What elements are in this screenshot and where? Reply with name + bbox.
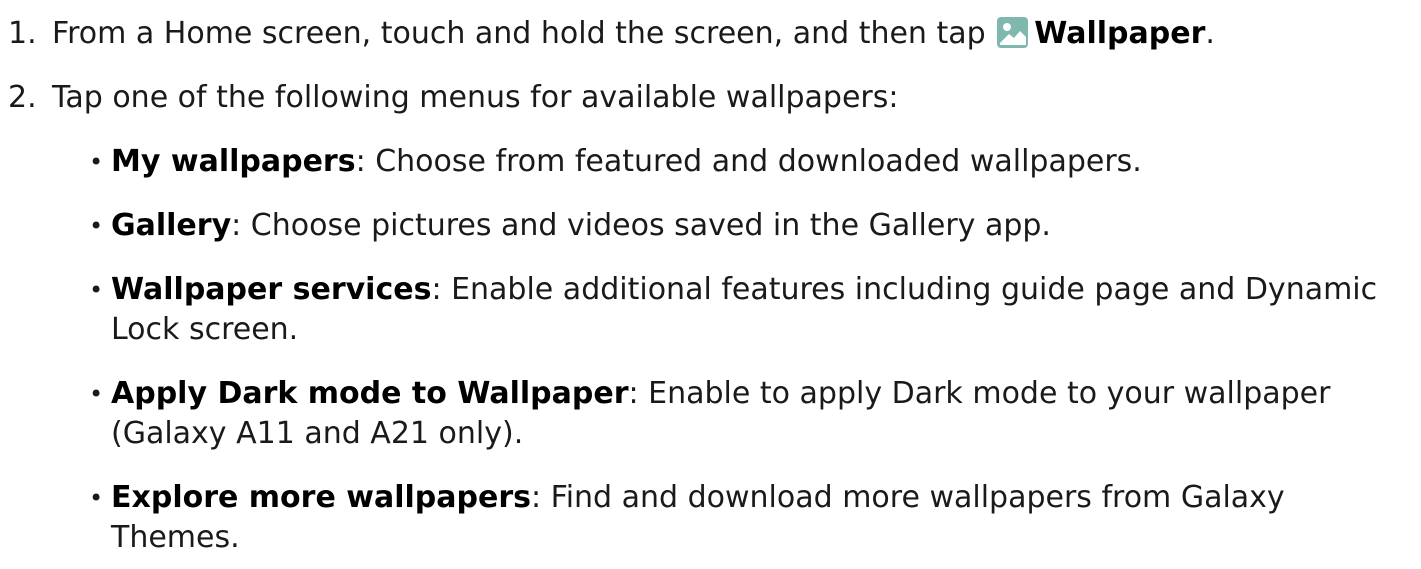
document-page: 1. From a Home screen, touch and hold th… <box>0 0 1421 569</box>
step-1-bold-term: Wallpaper <box>1034 16 1206 51</box>
bullet-text: Apply Dark mode to Wallpaper: Enable to … <box>111 374 1409 454</box>
step-2: 2. Tap one of the following menus for av… <box>8 78 899 118</box>
bullet-dot: • <box>89 276 104 304</box>
bullet-dot: • <box>89 380 104 408</box>
step-1-text: From a Home screen, touch and hold the s… <box>52 14 1215 54</box>
bullet-term: My wallpapers <box>111 144 356 179</box>
bullet-text: Gallery: Choose pictures and videos save… <box>111 206 1409 246</box>
bullet-dot: • <box>89 484 104 512</box>
bullet-term: Explore more wallpapers <box>111 480 531 515</box>
step-1: 1. From a Home screen, touch and hold th… <box>8 14 1215 54</box>
bullet-text: Explore more wallpapers: Find and downlo… <box>111 478 1409 558</box>
wallpaper-icon <box>997 17 1029 48</box>
bullet-term: Gallery <box>111 208 232 243</box>
bullet-dot: • <box>89 148 104 176</box>
step-1-number: 1. <box>8 16 37 51</box>
bullet-term: Wallpaper services <box>111 272 432 307</box>
bullet-my-wallpapers: • My wallpapers: Choose from featured an… <box>89 142 1409 182</box>
bullet-apply-dark-mode: • Apply Dark mode to Wallpaper: Enable t… <box>89 374 1409 454</box>
bullet-desc: : Choose pictures and videos saved in th… <box>231 208 1051 243</box>
step-2-number: 2. <box>8 80 37 115</box>
bullet-explore-more: • Explore more wallpapers: Find and down… <box>89 478 1409 558</box>
bullet-text: Wallpaper services: Enable additional fe… <box>111 270 1409 350</box>
bullet-term: Apply Dark mode to Wallpaper <box>111 376 629 411</box>
bullet-dot: • <box>89 212 104 240</box>
bullet-desc: : Choose from featured and downloaded wa… <box>355 144 1142 179</box>
bullet-wallpaper-services: • Wallpaper services: Enable additional … <box>89 270 1409 350</box>
step-1-text-before: From a Home screen, touch and hold the s… <box>52 16 986 51</box>
step-1-text-after: . <box>1205 16 1215 51</box>
bullet-gallery: • Gallery: Choose pictures and videos sa… <box>89 206 1409 246</box>
bullet-text: My wallpapers: Choose from featured and … <box>111 142 1409 182</box>
step-2-text: Tap one of the following menus for avail… <box>52 80 899 115</box>
